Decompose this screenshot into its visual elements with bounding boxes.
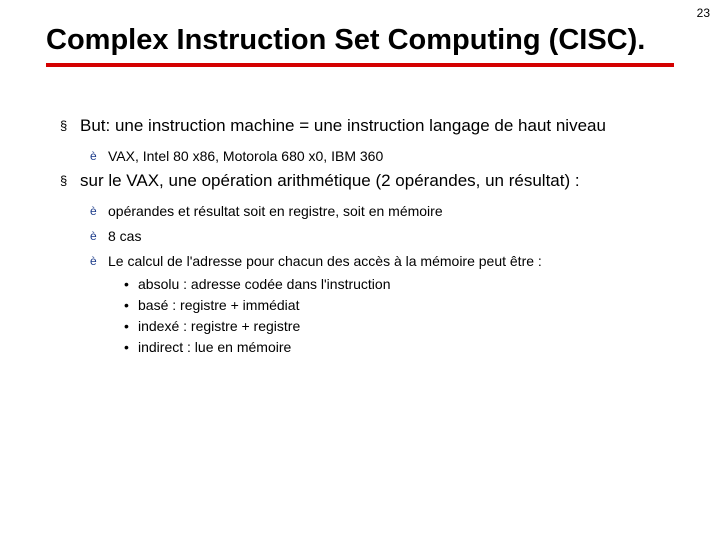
arrow-bullet-icon: è [90, 228, 97, 244]
arrow-bullet-icon: è [90, 203, 97, 219]
list-item: è opérandes et résultat soit en registre… [46, 202, 674, 221]
list-item-text: indirect : lue en mémoire [138, 339, 291, 355]
list-item-text: opérandes et résultat soit en registre, … [108, 203, 443, 219]
list-item: è Le calcul de l'adresse pour chacun des… [46, 252, 674, 271]
list-item: • absolu : adresse codée dans l'instruct… [46, 275, 674, 294]
list-item: • indexé : registre + registre [46, 317, 674, 336]
square-bullet-icon: § [60, 173, 67, 190]
dot-bullet-icon: • [124, 275, 129, 294]
list-item-text: basé : registre + immédiat [138, 297, 299, 313]
list-item-text: VAX, Intel 80 x86, Motorola 680 x0, IBM … [108, 148, 383, 164]
list-item-text: absolu : adresse codée dans l'instructio… [138, 276, 391, 292]
slide-title: Complex Instruction Set Computing (CISC)… [46, 24, 674, 57]
list-item: è 8 cas [46, 227, 674, 246]
list-item: § But: une instruction machine = une ins… [46, 115, 674, 137]
list-item-text: Le calcul de l'adresse pour chacun des a… [108, 253, 542, 269]
square-bullet-icon: § [60, 118, 67, 135]
dot-bullet-icon: • [124, 296, 129, 315]
list-item-text: But: une instruction machine = une instr… [80, 116, 606, 135]
title-rule [46, 63, 674, 67]
list-item-text: sur le VAX, une opération arithmétique (… [80, 171, 580, 190]
list-item-text: 8 cas [108, 228, 141, 244]
arrow-bullet-icon: è [90, 253, 97, 269]
dot-bullet-icon: • [124, 317, 129, 336]
slide-body: Complex Instruction Set Computing (CISC)… [0, 0, 720, 357]
list-item: • basé : registre + immédiat [46, 296, 674, 315]
list-item: • indirect : lue en mémoire [46, 338, 674, 357]
arrow-bullet-icon: è [90, 148, 97, 164]
list-item: è VAX, Intel 80 x86, Motorola 680 x0, IB… [46, 147, 674, 166]
dot-bullet-icon: • [124, 338, 129, 357]
page-number: 23 [697, 6, 710, 20]
list-item: § sur le VAX, une opération arithmétique… [46, 170, 674, 192]
list-item-text: indexé : registre + registre [138, 318, 300, 334]
